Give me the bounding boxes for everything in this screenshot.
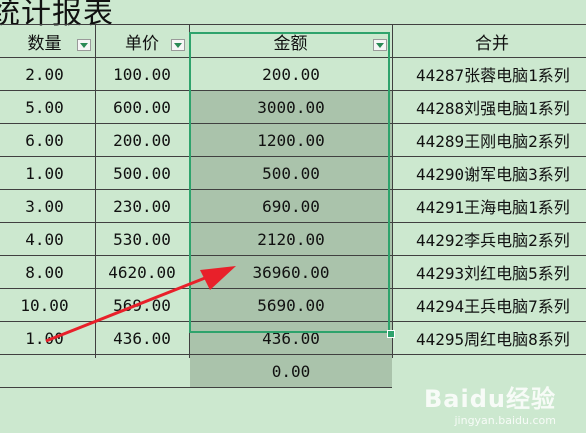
cell-price[interactable]: 100.00 (95, 58, 189, 90)
column-header-merged[interactable]: 合并 (392, 25, 586, 58)
cell-merged[interactable]: 44290谢军电脑3系列 (392, 157, 586, 189)
cell-amount[interactable]: 0.00 (190, 355, 392, 387)
watermark: Baidu经验 jingyan.baidu.com (424, 379, 556, 427)
cell-price[interactable]: 436.00 (95, 322, 189, 354)
cell-merged[interactable]: 44292李兵电脑2系列 (392, 223, 586, 255)
column-header-amount[interactable]: 金额 (189, 25, 392, 58)
cell-qty[interactable]: 1.00 (0, 322, 95, 354)
cell-amount[interactable]: 36960.00 (190, 256, 392, 288)
cell-amount[interactable]: 3000.00 (190, 91, 392, 123)
cell-qty[interactable]: 8.00 (0, 256, 95, 288)
chevron-down-icon (174, 42, 182, 48)
cell-merged[interactable]: 44289王刚电脑2系列 (392, 124, 586, 156)
cell-qty[interactable]: 10.00 (0, 289, 95, 321)
spreadsheet-grid[interactable]: 数量 单价 金额 合并 2.00 100.00 200.00 44287张蓉电脑1系列 5.00… (0, 24, 586, 388)
cell-qty[interactable]: 4.00 (0, 223, 95, 255)
cell-amount[interactable]: 200.00 (190, 58, 392, 90)
cell-amount[interactable]: 500.00 (190, 157, 392, 189)
cell-merged[interactable]: 44295周红电脑8系列 (392, 322, 586, 354)
cell-price[interactable]: 230.00 (95, 190, 189, 222)
watermark-logo: Baidu经验 (424, 385, 556, 413)
cell-merged[interactable]: 44293刘红电脑5系列 (392, 256, 586, 288)
cell-price[interactable]: 200.00 (95, 124, 189, 156)
cell-amount[interactable]: 2120.00 (190, 223, 392, 255)
cell-qty[interactable] (0, 355, 95, 387)
cell-price[interactable]: 500.00 (95, 157, 189, 189)
cell-qty[interactable]: 3.00 (0, 190, 95, 222)
cell-qty[interactable]: 5.00 (0, 91, 95, 123)
cell-price[interactable]: 4620.00 (95, 256, 189, 288)
cell-amount[interactable]: 436.00 (190, 322, 392, 354)
filter-dropdown-amount[interactable] (373, 39, 387, 51)
filter-dropdown-qty[interactable] (77, 39, 91, 51)
chevron-down-icon (80, 42, 88, 48)
cell-price[interactable] (95, 355, 189, 387)
cell-merged[interactable]: 44294王兵电脑7系列 (392, 289, 586, 321)
cell-price[interactable]: 569.00 (95, 289, 189, 321)
row-divider (0, 387, 392, 388)
cell-amount[interactable]: 5690.00 (190, 289, 392, 321)
cell-amount[interactable]: 690.00 (190, 190, 392, 222)
cell-price[interactable]: 530.00 (95, 223, 189, 255)
cell-qty[interactable]: 2.00 (0, 58, 95, 90)
fill-handle[interactable] (387, 330, 395, 338)
cell-merged[interactable]: 44291王海电脑1系列 (392, 190, 586, 222)
watermark-url: jingyan.baidu.com (454, 414, 556, 427)
chevron-down-icon (376, 42, 384, 48)
cell-price[interactable]: 600.00 (95, 91, 189, 123)
filter-dropdown-price[interactable] (171, 39, 185, 51)
cell-qty[interactable]: 1.00 (0, 157, 95, 189)
cell-merged[interactable]: 44287张蓉电脑1系列 (392, 58, 586, 90)
cell-qty[interactable]: 6.00 (0, 124, 95, 156)
cell-merged[interactable]: 44288刘强电脑1系列 (392, 91, 586, 123)
cell-amount[interactable]: 1200.00 (190, 124, 392, 156)
